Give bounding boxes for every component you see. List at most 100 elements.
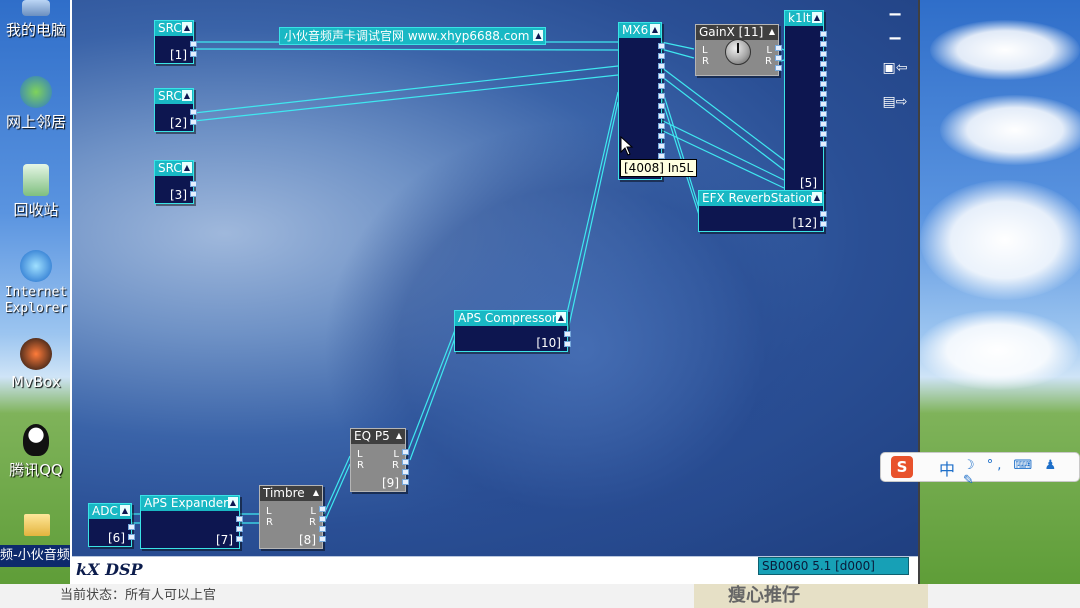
plugin-efx-reverbstation[interactable]: EFX ReverbStation ▲ [12] (698, 190, 827, 232)
io-port[interactable] (319, 526, 326, 532)
plugin-aps-expander[interactable]: APS Expander ▲ [7] (140, 495, 243, 549)
ad-banner[interactable]: 瘦心推仔 (694, 584, 928, 608)
io-port[interactable] (402, 449, 409, 455)
io-port[interactable] (820, 121, 827, 127)
io-port[interactable] (658, 43, 665, 49)
io-port[interactable] (190, 41, 197, 47)
io-port[interactable] (820, 71, 827, 77)
io-port[interactable] (190, 191, 197, 197)
collapse-arrow-icon[interactable]: ▲ (182, 90, 192, 101)
ime-toolbar[interactable]: S 中 ☽ °, ⌨ ♟ ✎ (880, 452, 1080, 488)
page-state-text: 当前状态：所有人可以上官 (60, 588, 217, 603)
io-port[interactable] (236, 536, 243, 542)
plugin-index: [3] (170, 188, 187, 202)
io-port[interactable] (820, 141, 827, 147)
io-port[interactable] (236, 516, 243, 522)
plugin-index: [5] (800, 176, 817, 190)
plugin-index: [6] (108, 531, 125, 545)
io-port[interactable] (820, 81, 827, 87)
io-port[interactable] (820, 61, 827, 67)
collapse-arrow-icon[interactable]: ▲ (650, 24, 660, 35)
desktop-icon-qq[interactable]: 腾讯QQ (0, 424, 72, 480)
io-port[interactable] (775, 55, 782, 61)
plugin-k1lt[interactable]: k1lt ▲ [5] (784, 10, 827, 192)
desktop-icon-internet-explorer[interactable]: Internet Explorer (0, 250, 72, 317)
io-port[interactable] (658, 133, 665, 139)
minimize-panel-icon[interactable]: ▁ (880, 0, 910, 18)
io-port[interactable] (319, 536, 326, 542)
io-port[interactable] (820, 41, 827, 47)
collapse-arrow-icon[interactable]: ▲ (394, 430, 404, 441)
io-port[interactable] (402, 469, 409, 475)
dsp-canvas[interactable]: 小伙音频声卡调试官网 www.xhyp6688.com ▲ SRC ▲ [1] S… (72, 0, 918, 556)
io-port[interactable] (820, 221, 827, 227)
io-port[interactable] (658, 103, 665, 109)
io-port[interactable] (658, 123, 665, 129)
collapse-arrow-icon[interactable]: ▲ (767, 26, 777, 37)
io-port[interactable] (658, 113, 665, 119)
collapse-panel-icon[interactable]: ▁ (880, 24, 910, 42)
io-port[interactable] (775, 45, 782, 51)
folder-icon[interactable] (24, 514, 50, 536)
desktop-icon-recycle-bin[interactable]: 回收站 (0, 164, 72, 220)
io-port[interactable] (236, 526, 243, 532)
plugin-src-1[interactable]: SRC ▲ [1] (154, 20, 197, 64)
plugin-adc[interactable]: ADC ▲ [6] (88, 503, 135, 547)
collapse-arrow-icon[interactable]: ▲ (812, 12, 822, 23)
io-port[interactable] (564, 341, 571, 347)
plugin-aps-compressor[interactable]: APS Compressor ▲ [10] (454, 310, 571, 352)
io-port[interactable] (658, 83, 665, 89)
desktop-icon-my-computer[interactable]: 我的电脑 (0, 0, 72, 40)
io-port[interactable] (564, 331, 571, 337)
collapse-arrow-icon[interactable]: ▲ (311, 487, 321, 498)
io-port[interactable] (128, 524, 135, 530)
plugin-title: GainX [11] (699, 25, 764, 39)
io-port[interactable] (775, 65, 782, 71)
io-port[interactable] (402, 479, 409, 485)
gain-knob[interactable] (725, 39, 751, 65)
plugin-timbre[interactable]: Timbre ▲ L R L R [8] (259, 485, 326, 549)
collapse-arrow-icon[interactable]: ▲ (228, 497, 238, 508)
collapse-arrow-icon[interactable]: ▲ (182, 162, 192, 173)
io-port[interactable] (402, 459, 409, 465)
plugin-src-3[interactable]: SRC ▲ [3] (154, 160, 197, 204)
io-port[interactable] (190, 51, 197, 57)
io-port[interactable] (190, 181, 197, 187)
collapse-arrow-icon[interactable]: ▲ (556, 312, 566, 323)
io-port[interactable] (658, 63, 665, 69)
sogou-logo-icon[interactable]: S (891, 456, 913, 478)
page-footer: 当前状态：所有人可以上官 瘦心推仔 (0, 584, 1080, 608)
io-port[interactable] (319, 516, 326, 522)
io-port[interactable] (190, 109, 197, 115)
desktop-icon-network[interactable]: 网上邻居 (0, 76, 72, 132)
collapse-arrow-icon[interactable]: ▲ (812, 192, 822, 203)
io-port[interactable] (820, 31, 827, 37)
desktop-icon-mvbox[interactable]: MvBox (0, 338, 72, 391)
io-port[interactable] (820, 131, 827, 137)
io-port[interactable] (658, 93, 665, 99)
load-settings-icon[interactable]: ▤⇨ (880, 94, 910, 112)
io-port[interactable] (820, 211, 827, 217)
collapse-arrow-icon[interactable]: ▲ (182, 22, 192, 33)
plugin-title: SRC (158, 89, 182, 103)
plugin-src-2[interactable]: SRC ▲ [2] (154, 88, 197, 132)
save-settings-icon[interactable]: ▣⇦ (880, 60, 910, 78)
io-port[interactable] (658, 73, 665, 79)
io-port[interactable] (658, 143, 665, 149)
plugin-gainx[interactable]: GainX [11] ▲ L R L R (695, 24, 782, 76)
plugin-eq-p5[interactable]: EQ P5 ▲ L R L R [9] (350, 428, 409, 492)
io-port[interactable] (820, 91, 827, 97)
io-port[interactable] (820, 111, 827, 117)
io-port[interactable] (820, 51, 827, 57)
plugin-mx6[interactable]: MX6 ▲ (618, 22, 665, 180)
collapse-arrow-icon[interactable]: ▲ (120, 505, 130, 516)
ime-language-toggle[interactable]: 中 (939, 456, 955, 480)
io-port[interactable] (128, 534, 135, 540)
io-port[interactable] (658, 53, 665, 59)
io-port[interactable] (820, 101, 827, 107)
collapse-arrow-icon[interactable]: ▲ (533, 30, 544, 41)
taskbar-window-label[interactable]: 频-小伙音频 (0, 545, 70, 567)
io-port[interactable] (190, 119, 197, 125)
ime-tool-icons[interactable]: ☽ °, ⌨ ♟ ✎ (963, 458, 1079, 488)
io-port[interactable] (319, 506, 326, 512)
